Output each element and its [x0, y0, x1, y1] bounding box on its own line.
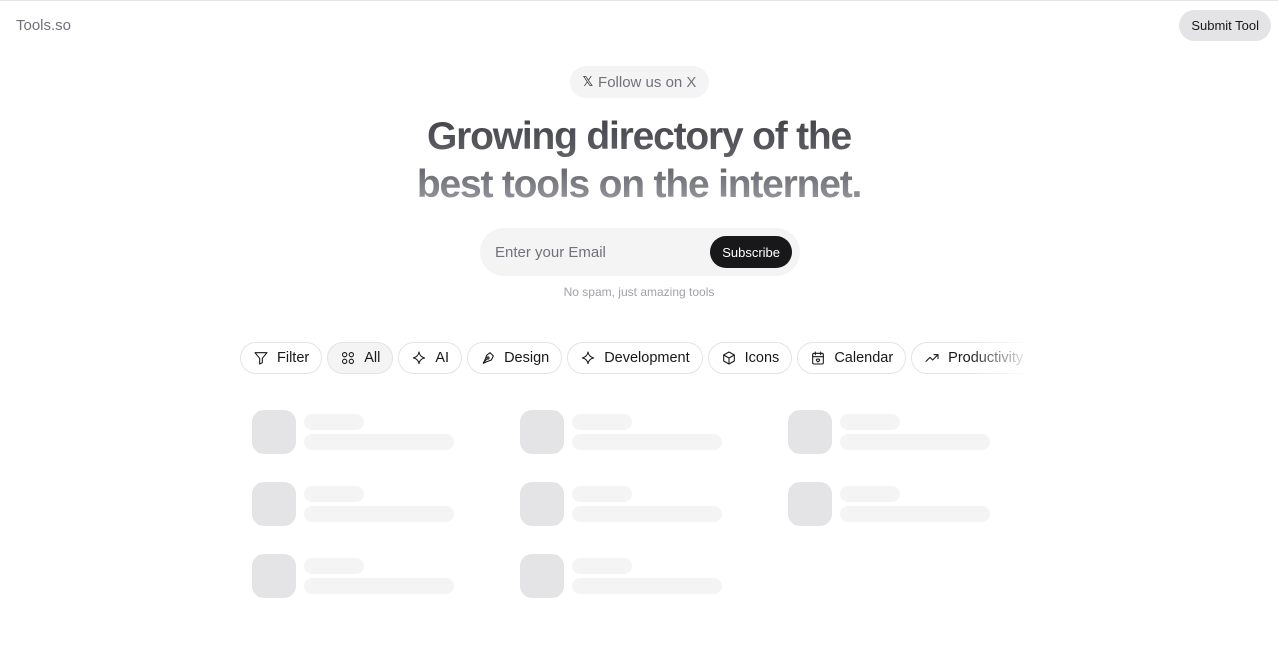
- skeleton-description: [840, 506, 990, 522]
- skeleton-description: [572, 506, 722, 522]
- category-chip-design[interactable]: Design: [467, 342, 563, 374]
- category-chip-productivity[interactable]: Productivity: [911, 342, 1032, 374]
- filter-button[interactable]: Filter: [240, 342, 323, 374]
- box-icon: [722, 351, 735, 365]
- hero-title-line-2: best tools on the internet.: [416, 163, 862, 206]
- skeleton-thumbnail: [788, 482, 832, 526]
- tool-card-skeleton: [252, 554, 520, 598]
- subscribe-button[interactable]: Subscribe: [710, 236, 792, 268]
- skeleton-thumbnail: [520, 410, 564, 454]
- category-filter-bar: Filter All AI Design Development Icons C…: [240, 342, 1032, 374]
- subscribe-note: No spam, just amazing tools: [563, 285, 715, 299]
- skeleton-title: [840, 414, 900, 430]
- tool-card-skeleton: [788, 482, 1056, 526]
- category-chip-development[interactable]: Development: [567, 342, 703, 374]
- follow-on-x-button[interactable]: 𝕏 Follow us on X: [570, 66, 709, 98]
- chip-label: Filter: [277, 350, 310, 366]
- skeleton-thumbnail: [520, 482, 564, 526]
- skeleton-thumbnail: [252, 482, 296, 526]
- chip-label: AI: [435, 350, 450, 366]
- email-input[interactable]: [495, 243, 711, 261]
- sparkle-icon: [582, 351, 595, 365]
- site-logo[interactable]: Tools.so: [16, 17, 71, 34]
- skeleton-title: [572, 558, 632, 574]
- tool-card-skeleton: [520, 482, 788, 526]
- chip-label: All: [364, 350, 381, 366]
- chip-label: Design: [504, 350, 550, 366]
- follow-label: Follow us on X: [598, 73, 697, 91]
- hero-title-line-1: Growing directory of the: [426, 115, 852, 158]
- trending-up-icon: [925, 354, 939, 362]
- skeleton-description: [304, 578, 454, 594]
- category-chip-ai[interactable]: AI: [398, 342, 463, 374]
- hero: Growing directory of the best tools on t…: [0, 113, 1278, 209]
- skeleton-description: [304, 434, 454, 450]
- hero-title: Growing directory of the best tools on t…: [0, 113, 1278, 209]
- pen-tool-icon: [482, 352, 494, 364]
- skeleton-thumbnail: [788, 410, 832, 454]
- tools-grid-loading: [252, 410, 1056, 598]
- skeleton-title: [304, 558, 364, 574]
- category-chip-all[interactable]: All: [327, 342, 394, 374]
- skeleton-thumbnail: [520, 554, 564, 598]
- tool-card-skeleton: [520, 410, 788, 454]
- skeleton-title: [304, 414, 364, 430]
- subscribe-form: Subscribe: [480, 228, 800, 276]
- skeleton-title: [572, 486, 632, 502]
- skeleton-description: [840, 434, 990, 450]
- category-chip-calendar[interactable]: Calendar: [797, 342, 907, 374]
- skeleton-thumbnail: [252, 554, 296, 598]
- skeleton-title: [304, 486, 364, 502]
- x-logo-icon: 𝕏: [582, 74, 594, 89]
- chip-label: Development: [604, 350, 690, 366]
- tool-card-skeleton: [788, 410, 1056, 454]
- skeleton-title: [572, 414, 632, 430]
- submit-tool-button[interactable]: Submit Tool: [1179, 10, 1271, 41]
- calendar-heart-icon: [812, 351, 825, 365]
- skeleton-description: [572, 434, 722, 450]
- skeleton-title: [840, 486, 900, 502]
- chip-label: Icons: [744, 350, 780, 366]
- tool-card-skeleton: [252, 482, 520, 526]
- skeleton-description: [304, 506, 454, 522]
- skeleton-thumbnail: [252, 410, 296, 454]
- sparkle-icon: [413, 351, 426, 365]
- filter-icon: [254, 352, 268, 365]
- tool-card-skeleton: [520, 554, 788, 598]
- chip-label: Calendar: [834, 350, 894, 366]
- chip-label: Productivity: [948, 350, 1024, 366]
- category-chip-icons[interactable]: Icons: [707, 342, 793, 374]
- grid-icon: [342, 351, 355, 365]
- tool-card-skeleton: [252, 410, 520, 454]
- skeleton-description: [572, 578, 722, 594]
